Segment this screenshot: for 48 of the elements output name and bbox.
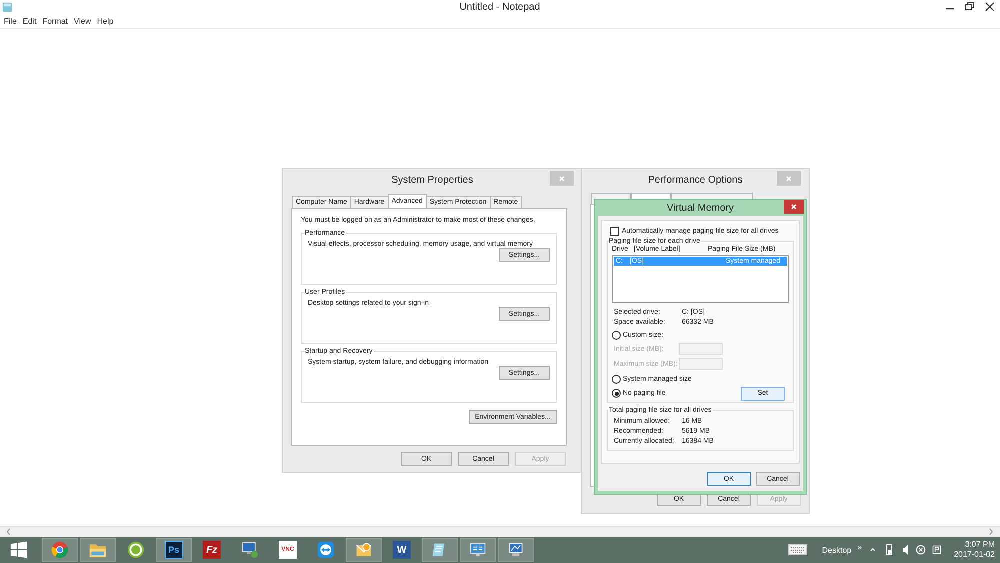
- computer-icon: [507, 541, 525, 559]
- envelope-icon: [355, 541, 373, 559]
- monitor-icon: [241, 541, 259, 559]
- checkbox[interactable]: [610, 227, 619, 236]
- browser-icon: [51, 541, 69, 559]
- photoshop-icon: Ps: [165, 541, 183, 559]
- window-title: Untitled - Notepad: [460, 2, 540, 12]
- taskbar-button[interactable]: W: [384, 538, 420, 562]
- taskbar-button[interactable]: [346, 538, 382, 562]
- taskbar-button[interactable]: [422, 538, 458, 562]
- keyboard-icon[interactable]: [788, 544, 808, 556]
- toolbar-overflow[interactable]: »: [858, 542, 862, 552]
- toolbar-label[interactable]: Desktop: [822, 546, 852, 554]
- clock-date[interactable]: 2017-01-02: [954, 550, 995, 560]
- monitor-icon: [469, 541, 487, 559]
- taskbar-button[interactable]: [42, 538, 78, 562]
- menu-item[interactable]: Edit: [22, 16, 37, 26]
- menu-item[interactable]: Format: [42, 16, 68, 26]
- ring-icon: [127, 541, 145, 559]
- menu-item[interactable]: File: [4, 16, 17, 26]
- taskbar-button[interactable]: Ps: [156, 538, 192, 562]
- filezilla-icon: Fz: [203, 541, 221, 559]
- radio-button[interactable]: [612, 389, 621, 398]
- menu-item[interactable]: View: [74, 16, 92, 26]
- radio-button[interactable]: [612, 375, 621, 384]
- taskbar-button[interactable]: Fz: [194, 538, 230, 562]
- word-icon: W: [393, 541, 411, 559]
- taskbar-button[interactable]: [80, 538, 116, 562]
- menu-item[interactable]: Help: [97, 16, 114, 26]
- dialog-title: Performance Options: [648, 174, 743, 186]
- windows-logo-icon[interactable]: [10, 541, 28, 559]
- x-circle-icon[interactable]: [916, 544, 926, 556]
- dialog-title: Virtual Memory: [666, 202, 734, 214]
- horizontal-scrollbar[interactable]: [0, 526, 1000, 537]
- radio-button[interactable]: [612, 331, 621, 340]
- battery-icon[interactable]: [884, 544, 894, 556]
- close-icon: [789, 202, 799, 212]
- dialog-title: System Properties: [392, 174, 474, 186]
- taskbar-button[interactable]: [498, 538, 534, 562]
- flag-icon[interactable]: [932, 544, 942, 556]
- speaker-icon[interactable]: [900, 544, 910, 556]
- close-icon: [784, 174, 794, 184]
- clock-time[interactable]: 3:07 PM: [965, 540, 995, 550]
- taskbar-button[interactable]: [460, 538, 496, 562]
- scroll-right-icon[interactable]: [988, 528, 994, 536]
- close-icon: [557, 174, 567, 184]
- scroll-left-icon[interactable]: [6, 528, 12, 536]
- notepad-icon: [2, 2, 13, 12]
